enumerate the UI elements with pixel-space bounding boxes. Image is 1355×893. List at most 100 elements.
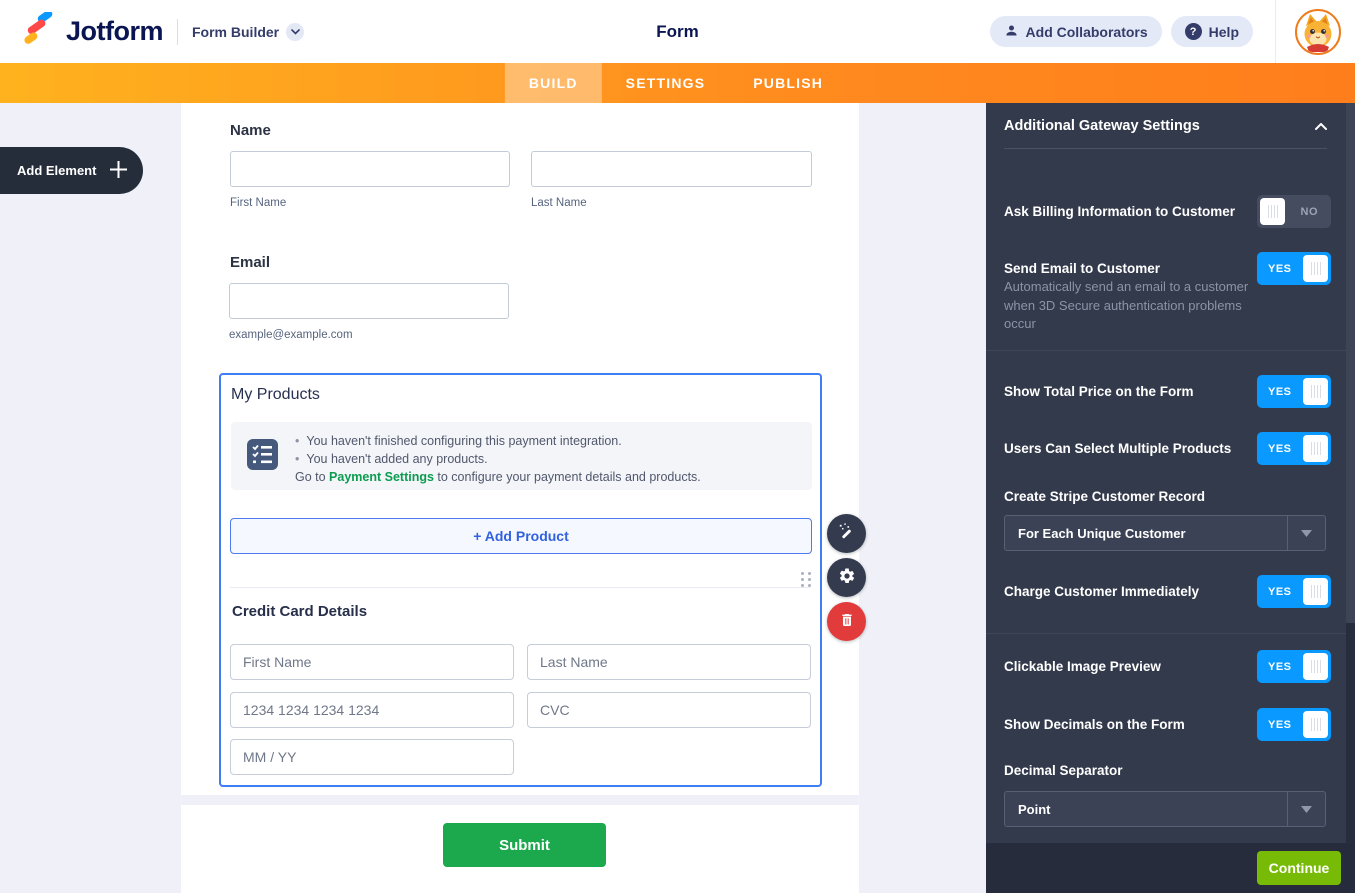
sidebar-footer: Continue (986, 843, 1355, 893)
setting-row-show-decimals: Show Decimals on the Form YES (1004, 708, 1331, 741)
help-label: Help (1208, 23, 1239, 40)
setting-row-multiple-products: Users Can Select Multiple Products YES (1004, 432, 1331, 465)
payment-warning-panel: • You haven't finished configuring this p… (231, 422, 812, 490)
sidebar-divider (1004, 148, 1327, 149)
person-icon (1004, 23, 1019, 41)
send-email-label: Send Email to Customer (1004, 261, 1161, 276)
plus-icon (109, 160, 128, 182)
decimal-separator-select[interactable]: Point (1004, 791, 1326, 827)
cc-first-name-input[interactable] (230, 644, 514, 680)
add-product-button[interactable]: + Add Product (230, 518, 812, 554)
help-button[interactable]: ? Help (1170, 16, 1253, 47)
gear-icon (838, 567, 856, 588)
delete-button[interactable] (827, 602, 866, 641)
header-divider-2 (1275, 0, 1276, 63)
show-decimals-toggle[interactable]: YES (1257, 708, 1331, 741)
drag-handle[interactable] (801, 572, 812, 587)
image-preview-label: Clickable Image Preview (1004, 659, 1161, 674)
first-name-input[interactable] (230, 151, 510, 187)
add-element-label: Add Element (17, 163, 97, 178)
question-mark-icon: ? (1184, 23, 1202, 40)
magic-wand-icon (838, 523, 856, 544)
sidebar-section-divider (986, 350, 1346, 351)
chevron-up-icon (1315, 117, 1327, 135)
sidebar-scrollbar[interactable] (1346, 103, 1355, 893)
charge-immediately-label: Charge Customer Immediately (1004, 584, 1200, 599)
app-header: Jotform Form Builder Form Add Collaborat… (0, 0, 1355, 63)
name-field-label: Name (230, 122, 271, 139)
setting-row-image-preview: Clickable Image Preview YES (1004, 650, 1331, 683)
email-sublabel: example@example.com (229, 329, 353, 341)
credit-card-title: Credit Card Details (232, 603, 368, 620)
tab-build[interactable]: BUILD (504, 63, 602, 103)
billing-info-toggle[interactable]: NO (1257, 195, 1331, 228)
wizard-button[interactable] (827, 514, 866, 553)
last-name-sublabel: Last Name (531, 197, 587, 209)
chevron-down-icon (1287, 516, 1325, 550)
setting-row-charge-immediately: Charge Customer Immediately YES (1004, 575, 1331, 608)
tab-publish[interactable]: PUBLISH (729, 63, 847, 103)
decimal-separator-value: Point (1018, 801, 1051, 817)
stripe-record-label: Create Stripe Customer Record (1004, 489, 1206, 504)
jotform-logo[interactable]: Jotform (22, 10, 164, 51)
stripe-record-value: For Each Unique Customer (1018, 525, 1186, 541)
charge-immediately-toggle[interactable]: YES (1257, 575, 1331, 608)
add-element-button[interactable]: Add Element (0, 147, 143, 194)
payment-settings-link[interactable]: Payment Settings (329, 470, 434, 484)
submit-button[interactable]: Submit (443, 823, 606, 867)
avatar[interactable] (1295, 8, 1341, 55)
send-email-description: Automatically send an email to a custome… (1004, 279, 1249, 331)
stripe-record-select[interactable]: For Each Unique Customer (1004, 515, 1326, 551)
warning-line-2: • You haven't added any products. (295, 452, 488, 466)
decimal-separator-label: Decimal Separator (1004, 763, 1123, 778)
last-name-input[interactable] (531, 151, 812, 187)
multiple-products-label: Users Can Select Multiple Products (1004, 441, 1232, 456)
form-canvas: Name First Name Last Name Email example@… (181, 103, 859, 795)
billing-info-label: Ask Billing Information to Customer (1004, 204, 1236, 219)
add-collaborators-label: Add Collaborators (1025, 23, 1148, 40)
multiple-products-toggle[interactable]: YES (1257, 432, 1331, 465)
warning-line-1: • You haven't finished configuring this p… (295, 434, 622, 448)
scrollbar-thumb[interactable] (1346, 103, 1355, 623)
goto-payment-settings-line: Go to Payment Settings to configure your… (295, 470, 701, 484)
send-email-toggle[interactable]: YES (1257, 252, 1331, 285)
jotform-logo-icon (22, 10, 56, 51)
page-title: Form (656, 21, 699, 41)
cc-expiry-input[interactable] (230, 739, 514, 775)
form-builder-label: Form Builder (192, 23, 280, 40)
cc-last-name-input[interactable] (527, 644, 811, 680)
sidebar-section-divider (986, 633, 1346, 634)
total-price-toggle[interactable]: YES (1257, 375, 1331, 408)
gateway-settings-panel: Additional Gateway Settings Ask Billing … (986, 103, 1355, 893)
cc-cvc-input[interactable] (527, 692, 811, 728)
cat-avatar-image (1304, 13, 1332, 52)
cc-number-input[interactable] (230, 692, 514, 728)
checklist-icon (246, 438, 279, 476)
continue-button[interactable]: Continue (1257, 851, 1341, 885)
my-products-title: My Products (231, 386, 320, 403)
builder-navbar: BUILD SETTINGS PUBLISH (0, 63, 1355, 103)
gateway-settings-title: Additional Gateway Settings (1004, 118, 1200, 134)
setting-row-total-price: Show Total Price on the Form YES (1004, 375, 1331, 408)
form-builder-menu[interactable]: Form Builder (192, 22, 305, 41)
chevron-down-icon (1287, 792, 1325, 826)
tab-settings[interactable]: SETTINGS (602, 63, 730, 103)
settings-button[interactable] (827, 558, 866, 597)
add-collaborators-button[interactable]: Add Collaborators (989, 16, 1162, 47)
element-action-buttons (827, 514, 866, 641)
setting-row-billing-info: Ask Billing Information to Customer NO (1004, 195, 1331, 228)
total-price-label: Show Total Price on the Form (1004, 384, 1194, 399)
chevron-down-icon (286, 22, 305, 41)
trash-icon (839, 612, 855, 631)
gateway-settings-header[interactable]: Additional Gateway Settings (1004, 117, 1327, 135)
first-name-sublabel: First Name (230, 197, 287, 209)
payment-element-selected[interactable]: My Products • You haven't finished config… (219, 373, 822, 787)
image-preview-toggle[interactable]: YES (1257, 650, 1331, 683)
element-divider (230, 587, 810, 588)
show-decimals-label: Show Decimals on the Form (1004, 717, 1185, 732)
logo-text: Jotform (66, 16, 164, 46)
header-divider (177, 18, 178, 45)
email-input[interactable] (229, 283, 509, 319)
email-field-label: Email (230, 254, 271, 271)
submit-section: Submit (181, 805, 859, 893)
